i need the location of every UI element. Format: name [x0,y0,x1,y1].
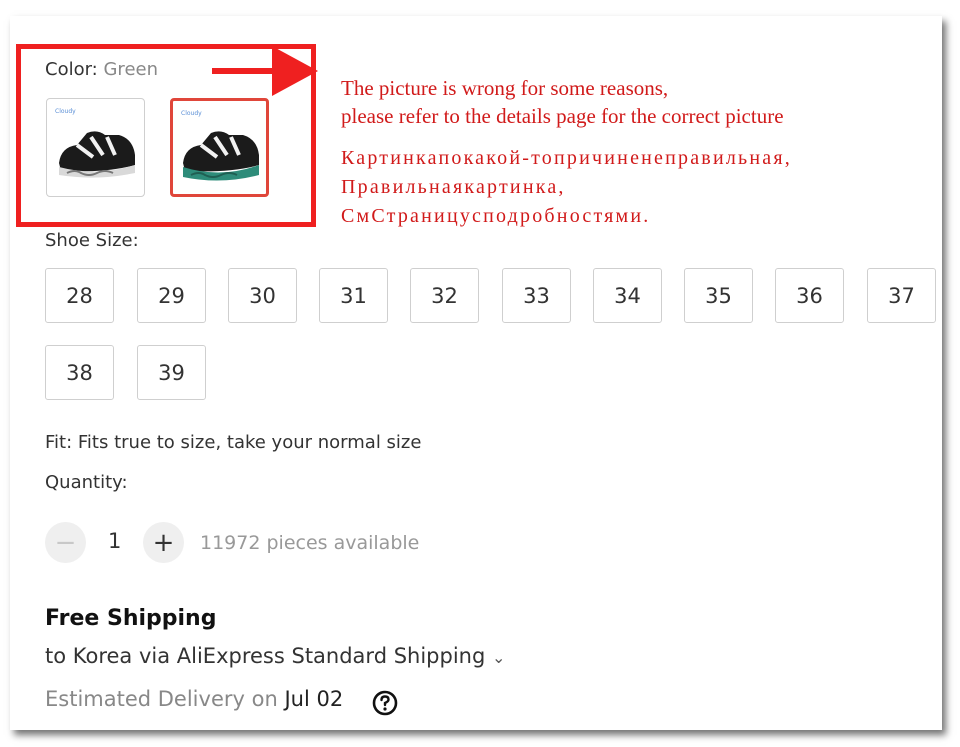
size-option-39[interactable]: 39 [137,345,206,400]
notice-en-line1: The picture is wrong for some reasons, [341,76,669,100]
size-option-36[interactable]: 36 [775,268,844,323]
size-option-29[interactable]: 29 [137,268,206,323]
chevron-down-icon[interactable]: ⌄ [492,648,505,667]
size-option-37[interactable]: 37 [867,268,936,323]
size-option-31[interactable]: 31 [319,268,388,323]
increase-quantity-button[interactable]: + [143,522,184,563]
quantity-value[interactable]: 1 [108,529,121,553]
question-circle-icon[interactable] [372,690,398,716]
estimated-delivery: Estimated Delivery on Jul 02 [45,687,343,711]
size-option-28[interactable]: 28 [45,268,114,323]
size-option-35[interactable]: 35 [684,268,753,323]
notice-en-line2: please refer to the details page for the… [341,104,784,128]
size-option-30[interactable]: 30 [228,268,297,323]
size-option-38[interactable]: 38 [45,345,114,400]
notice-ru-line1: Картинкапокакой-топричиненеправильная, [341,147,792,169]
fit-note: Fit: Fits true to size, take your normal… [45,432,422,453]
delivery-date: Jul 02 [284,687,344,711]
right-arrow-icon [272,46,318,96]
arrow-shaft [212,68,274,74]
notice-ru-line3: СмСтраницуcподробностями. [341,205,651,227]
shipping-method[interactable]: to Korea via AliExpress Standard Shippin… [45,644,505,668]
shipping-title: Free Shipping [45,606,217,631]
quantity-label: Quantity: [45,472,128,493]
shoe-size-label: Shoe Size: [45,230,139,251]
delivery-label: Estimated Delivery on [45,687,278,711]
decrease-quantity-button[interactable]: − [45,522,86,563]
size-option-33[interactable]: 33 [502,268,571,323]
shipping-method-text: to Korea via AliExpress Standard Shippin… [45,644,486,668]
notice-ru-line2: Правильнаякартинка, [341,176,566,198]
size-option-34[interactable]: 34 [593,268,662,323]
stock-available: 11972 pieces available [200,532,420,554]
size-option-32[interactable]: 32 [410,268,479,323]
